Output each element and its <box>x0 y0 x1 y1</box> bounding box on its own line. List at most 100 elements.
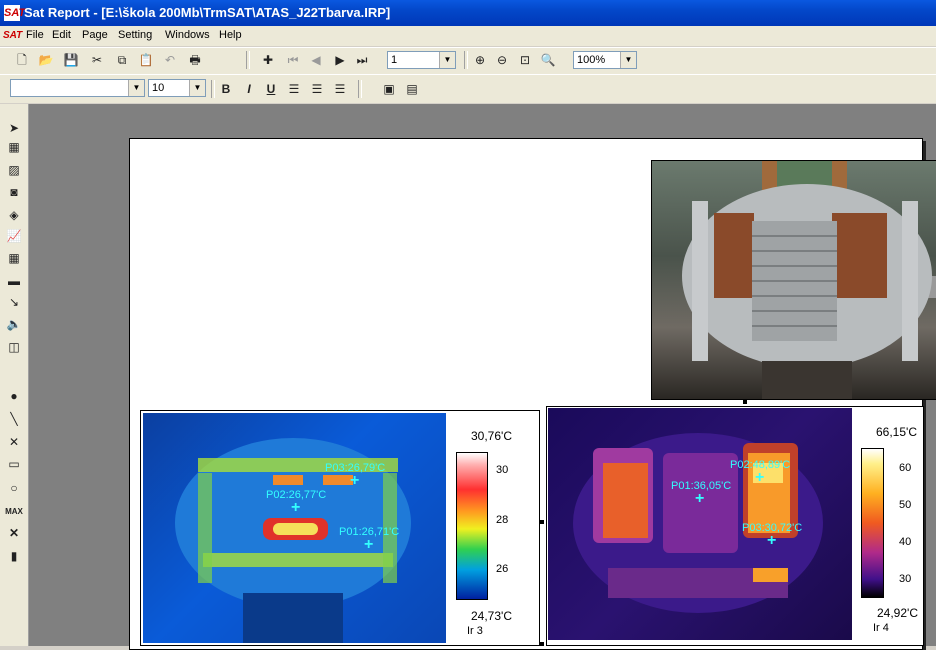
measure-point-marker[interactable]: + <box>291 500 300 516</box>
menu-help[interactable]: Help <box>219 29 242 41</box>
chevron-down-icon[interactable]: ▼ <box>620 52 636 68</box>
ir3-tick: 30 <box>496 464 509 476</box>
ir3-thermogram[interactable]: + P03:26,79'C + P02:26,77'C + P01:26,71'… <box>143 413 446 643</box>
menu-edit[interactable]: Edit <box>52 29 71 41</box>
window-title: Sat Report - [E:\škola 200Mb\TrmSAT\ATAS… <box>24 5 391 20</box>
measure-point-marker[interactable]: + <box>755 470 764 486</box>
all-frames-icon[interactable]: ▤ <box>402 79 422 99</box>
menu-setting[interactable]: Setting <box>118 29 152 41</box>
ir4-name: Ir 4 <box>873 622 889 634</box>
menu-bar: SAT File Edit Page Setting Windows Help <box>0 26 936 46</box>
bold-button[interactable]: B <box>216 79 236 99</box>
measure-point-marker[interactable]: + <box>767 533 776 549</box>
histogram-icon[interactable]: ◫ <box>4 337 24 357</box>
last-page-icon[interactable]: ⏭ <box>352 50 372 70</box>
separator <box>464 51 468 69</box>
tool-palette: ➤ ▦ ▨ ◙ ◈ 📈 ▦ ▬ ↘ 🔈 ◫ ● ╲ ✕ ▭ ○ MAX ✕ ▮ <box>0 104 29 646</box>
new-icon[interactable]: 🗋 <box>12 50 32 70</box>
format-toolbar: ▼ 10 ▼ B I U ☰ ☰ ☰ ▣ ▤ <box>0 74 936 103</box>
zoom-out-icon[interactable]: ⊖ <box>492 50 512 70</box>
ir4-tick: 30 <box>899 573 912 585</box>
ir3-min-temp: 24,73'C <box>471 609 512 623</box>
app-icon[interactable]: SAT <box>4 5 25 21</box>
align-center-icon[interactable]: ☰ <box>307 79 327 99</box>
zoom-value: 100% <box>577 54 606 66</box>
title-bar: SAT Sat Report - [E:\škola 200Mb\TrmSAT\… <box>0 0 936 26</box>
page-number-select[interactable]: 1 ▼ <box>387 51 456 69</box>
point-icon[interactable]: ● <box>4 386 24 406</box>
paste-icon[interactable]: 📋 <box>136 50 156 70</box>
next-page-icon[interactable]: ▶ <box>330 50 350 70</box>
ir4-heat-pattern <box>573 433 823 613</box>
ir4-frame[interactable]: + P01:36,05'C + P02:48,89'C + P03:30,72'… <box>546 406 924 646</box>
chevron-down-icon[interactable]: ▼ <box>439 52 455 68</box>
ir3-max-temp: 30,76'C <box>471 429 512 443</box>
frame-icon[interactable]: ▣ <box>379 79 399 99</box>
italic-button[interactable]: I <box>239 79 259 99</box>
print-icon[interactable]: 🖶 <box>185 50 205 70</box>
ir4-tick: 60 <box>899 462 912 474</box>
thermo-image-icon[interactable]: ▦ <box>4 137 24 157</box>
page-number-value: 1 <box>391 54 398 66</box>
ir4-point-label: P01:36,05'C <box>671 480 732 492</box>
delete-icon[interactable]: ✕ <box>4 523 24 543</box>
document-icon[interactable]: SAT <box>3 28 22 44</box>
measure-point-marker[interactable]: + <box>350 473 359 489</box>
first-page-icon[interactable]: ⏮ <box>283 50 303 70</box>
ir3-point-label: P02:26,77'C <box>266 489 327 501</box>
selection-handle[interactable] <box>540 520 544 524</box>
ir3-tick: 28 <box>496 514 509 526</box>
max-icon[interactable]: MAX <box>4 502 24 522</box>
ir4-thermogram[interactable]: + P01:36,05'C + P02:48,89'C + P03:30,72'… <box>548 408 852 640</box>
ir3-frame[interactable]: + P03:26,79'C + P02:26,77'C + P01:26,71'… <box>140 410 540 646</box>
camera-icon[interactable]: ◙ <box>4 182 24 202</box>
selection-handle[interactable] <box>743 400 747 404</box>
rectangle-icon[interactable]: ▭ <box>4 454 24 474</box>
prev-page-icon[interactable]: ◀ <box>306 50 326 70</box>
new-page-icon[interactable]: ✚ <box>258 50 278 70</box>
font-size-select[interactable]: 10 ▼ <box>148 79 206 97</box>
ir4-point-label: P02:48,89'C <box>730 459 791 471</box>
separator <box>246 51 250 69</box>
palette-icon[interactable]: ◈ <box>4 205 24 225</box>
ir3-tick: 26 <box>496 563 509 575</box>
battery-icon[interactable]: ▮ <box>4 546 24 566</box>
align-left-icon[interactable]: ☰ <box>284 79 304 99</box>
line-icon[interactable]: ╲ <box>4 409 24 429</box>
table-icon[interactable]: ▦ <box>4 248 24 268</box>
pointer-icon[interactable]: ➤ <box>4 118 24 138</box>
profile-icon[interactable]: ▬ <box>4 271 24 291</box>
zoom-fit-icon[interactable]: ⊡ <box>515 50 535 70</box>
measure-point-marker[interactable]: + <box>364 537 373 553</box>
menu-file[interactable]: File <box>26 29 44 41</box>
cut-icon[interactable]: ✂ <box>87 50 107 70</box>
zoom-search-icon[interactable]: 🔍 <box>538 50 558 70</box>
report-page[interactable]: + P03:26,79'C + P02:26,77'C + P01:26,71'… <box>129 138 936 650</box>
diagonal-arrow-icon[interactable]: ↘ <box>4 292 24 312</box>
open-icon[interactable]: 📂 <box>36 50 56 70</box>
undo-icon[interactable]: ↶ <box>160 50 180 70</box>
ir4-color-scale <box>861 448 884 598</box>
measure-point-marker[interactable]: + <box>695 491 704 507</box>
ir3-heat-pattern <box>175 438 411 643</box>
ir3-point-label: P03:26,79'C <box>325 462 386 474</box>
underline-button[interactable]: U <box>261 79 281 99</box>
circle-icon[interactable]: ○ <box>4 478 24 498</box>
menu-page[interactable]: Page <box>82 29 108 41</box>
chevron-down-icon[interactable]: ▼ <box>128 80 144 96</box>
zoom-select[interactable]: 100% ▼ <box>573 51 637 69</box>
image-icon[interactable]: ▨ <box>4 160 24 180</box>
selection-handle[interactable] <box>540 642 544 646</box>
save-icon[interactable]: 💾 <box>61 50 81 70</box>
cross-icon[interactable]: ✕ <box>4 432 24 452</box>
motor-photo[interactable] <box>651 160 936 400</box>
align-right-icon[interactable]: ☰ <box>330 79 350 99</box>
chevron-down-icon[interactable]: ▼ <box>189 80 205 96</box>
sound-icon[interactable]: 🔈 <box>4 314 24 334</box>
font-select[interactable]: ▼ <box>10 79 145 97</box>
zoom-in-icon[interactable]: ⊕ <box>470 50 490 70</box>
copy-icon[interactable]: ⧉ <box>112 50 132 70</box>
menu-windows[interactable]: Windows <box>165 29 210 41</box>
ir4-tick: 40 <box>899 536 912 548</box>
graph-icon[interactable]: 📈 <box>4 226 24 246</box>
